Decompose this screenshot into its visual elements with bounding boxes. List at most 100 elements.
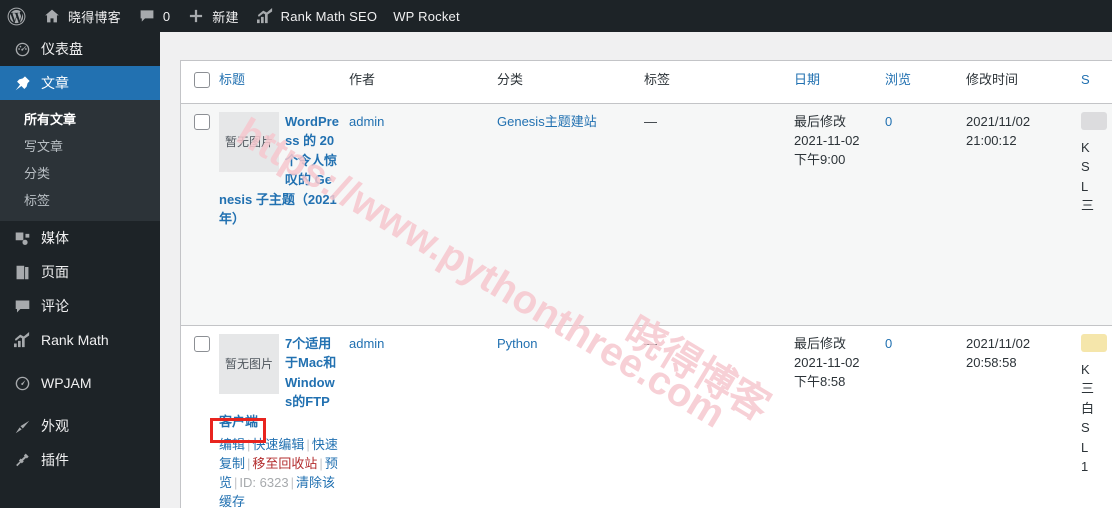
row-checkbox[interactable] — [194, 113, 210, 130]
row-author-cell: admin — [349, 103, 497, 325]
admin-bar: 晓得博客 0 新建 Rank Math SEO WP Rocket — [0, 0, 1112, 32]
seo-score-badge — [1081, 333, 1107, 352]
row-title-cell: 暂无图片 7个适用于Mac和Windows的FTP客户端 编辑 | 快速编辑 | 快速复… — [219, 325, 349, 508]
action-separator: | — [306, 437, 310, 452]
admin-bar-rank-math-seo-label: Rank Math SEO — [280, 8, 378, 24]
sidebar-item-comments[interactable]: 评论 — [0, 289, 160, 323]
seo-line-1: K — [1081, 361, 1090, 377]
action-separator: | — [290, 475, 294, 490]
submenu-item-all-posts[interactable]: 所有文章 — [0, 106, 160, 133]
table-row: 暂无图片 WordPress 的 20 个令人惊叹的 Genesis 子主题（2… — [181, 103, 1112, 325]
admin-bar-site-name[interactable]: 晓得博客 — [34, 0, 129, 32]
sidebar-item-rank-math-label: Rank Math — [41, 332, 109, 348]
sidebar-item-posts[interactable]: 文章 — [0, 66, 168, 100]
post-author-link[interactable]: admin — [349, 336, 384, 351]
post-date-time: 下午8:58 — [794, 373, 846, 389]
rank-math-icon — [12, 330, 32, 350]
seo-line-2: 三 — [1081, 381, 1095, 396]
brush-icon — [12, 416, 32, 436]
row-action-edit[interactable]: 编辑 — [219, 437, 245, 452]
pin-icon — [12, 73, 32, 93]
admin-bar-comments-count: 0 — [162, 8, 171, 24]
row-date-cell: 最后修改 2021-11-02 下午8:58 — [794, 325, 885, 508]
post-author-link[interactable]: admin — [349, 114, 384, 129]
posts-table-wrapper: 标题 作者 分类 标签 日期 浏览 修改时间 S 暂无图片 WordPress … — [180, 60, 1112, 508]
admin-bar-rank-math-seo[interactable]: Rank Math SEO — [247, 0, 386, 32]
post-date-status: 最后修改 — [794, 335, 847, 351]
row-action-quick-edit[interactable]: 快速编辑 — [252, 437, 304, 452]
sidebar-item-comments-label: 评论 — [41, 298, 69, 314]
sidebar-item-plugins[interactable]: 插件 — [0, 443, 160, 477]
pages-icon — [12, 262, 32, 282]
post-date-value: 2021-11-02 — [794, 132, 860, 148]
seo-score-badge — [1081, 111, 1107, 130]
row-action-move-to-trash[interactable]: 移至回收站 — [252, 456, 317, 471]
submenu-item-tags[interactable]: 标签 — [0, 187, 160, 214]
column-header-seo[interactable]: S — [1081, 61, 1112, 104]
post-thumbnail-placeholder: 暂无图片 — [219, 333, 279, 394]
wpjam-icon — [12, 373, 32, 393]
sidebar-item-dashboard[interactable]: 仪表盘 — [0, 32, 160, 66]
sidebar-item-media[interactable]: 媒体 — [0, 221, 160, 255]
posts-table-body: 暂无图片 WordPress 的 20 个令人惊叹的 Genesis 子主题（2… — [181, 103, 1112, 508]
column-header-date[interactable]: 日期 — [794, 61, 885, 104]
seo-line-5: L — [1081, 439, 1089, 455]
column-header-select-all[interactable] — [181, 61, 219, 104]
sidebar-item-plugins-label: 插件 — [41, 452, 69, 468]
comment-bubble-icon — [137, 6, 157, 26]
admin-bar-comments[interactable]: 0 — [129, 0, 178, 32]
posts-table: 标题 作者 分类 标签 日期 浏览 修改时间 S 暂无图片 WordPress … — [181, 61, 1112, 508]
row-category-cell: Genesis主题建站 — [497, 103, 644, 325]
posts-submenu: 所有文章 写文章 分类 标签 — [0, 100, 160, 221]
column-header-modified-time: 修改时间 — [966, 61, 1081, 104]
post-category-link[interactable]: Genesis主题建站 — [497, 114, 597, 129]
post-modified-time: 21:00:12 — [966, 132, 1017, 148]
sidebar-item-wpjam-label: WPJAM — [41, 375, 92, 391]
row-modified-cell: 2021/11/02 21:00:12 — [966, 103, 1081, 325]
post-modified-date: 2021/11/02 — [966, 113, 1031, 129]
sidebar-item-appearance[interactable]: 外观 — [0, 409, 160, 443]
post-tags-value: — — [644, 335, 657, 351]
post-category-link[interactable]: Python — [497, 336, 537, 351]
wordpress-icon — [6, 6, 26, 26]
plug-icon — [12, 450, 32, 470]
row-seo-cell: K 三 白 S L 1 — [1081, 325, 1112, 508]
seo-line-3: 白 — [1081, 400, 1095, 416]
table-row: 暂无图片 7个适用于Mac和Windows的FTP客户端 编辑 | 快速编辑 | 快速复… — [181, 325, 1112, 508]
admin-bar-wp-logo[interactable] — [0, 0, 34, 32]
admin-bar-wp-rocket[interactable]: WP Rocket — [385, 0, 468, 32]
row-checkbox[interactable] — [194, 335, 210, 352]
post-tags-value: — — [644, 113, 657, 129]
row-actions: 编辑 | 快速编辑 | 快速复制 | 移至回收站 | 预览 | ID: 6323 | 清除该缓存 — [219, 435, 339, 508]
admin-bar-new-content[interactable]: 新建 — [178, 0, 246, 32]
seo-line-3: L — [1081, 178, 1089, 194]
post-modified-time: 20:58:58 — [966, 354, 1017, 370]
row-select-cell[interactable] — [181, 325, 219, 508]
submenu-item-categories[interactable]: 分类 — [0, 160, 160, 187]
row-views-cell: 0 — [885, 103, 966, 325]
sidebar-item-pages[interactable]: 页面 — [0, 255, 160, 289]
sidebar-item-rank-math[interactable]: Rank Math — [0, 323, 160, 357]
select-all-checkbox[interactable] — [194, 72, 210, 88]
row-author-cell: admin — [349, 325, 497, 508]
column-header-tags: 标签 — [644, 61, 794, 104]
table-header-row: 标题 作者 分类 标签 日期 浏览 修改时间 S — [181, 61, 1112, 104]
sidebar-item-wpjam[interactable]: WPJAM — [0, 366, 160, 400]
seo-line-4: 三 — [1081, 198, 1095, 213]
rank-math-icon — [255, 6, 275, 26]
sidebar-item-pages-label: 页面 — [41, 264, 69, 280]
post-date-value: 2021-11-02 — [794, 354, 860, 370]
submenu-item-new-post[interactable]: 写文章 — [0, 133, 160, 160]
media-icon — [12, 228, 32, 248]
admin-bar-wp-rocket-label: WP Rocket — [393, 8, 460, 24]
home-icon — [42, 6, 62, 26]
row-tags-cell: — — [644, 325, 794, 508]
dashboard-icon — [12, 39, 32, 59]
menu-separator-2 — [0, 400, 160, 409]
column-header-views[interactable]: 浏览 — [885, 61, 966, 104]
row-title-cell: 暂无图片 WordPress 的 20 个令人惊叹的 Genesis 子主题（2… — [219, 103, 349, 325]
admin-bar-new-content-label: 新建 — [212, 9, 239, 25]
row-select-cell[interactable] — [181, 103, 219, 325]
seo-line-1: K — [1081, 139, 1090, 155]
column-header-title[interactable]: 标题 — [219, 61, 349, 104]
